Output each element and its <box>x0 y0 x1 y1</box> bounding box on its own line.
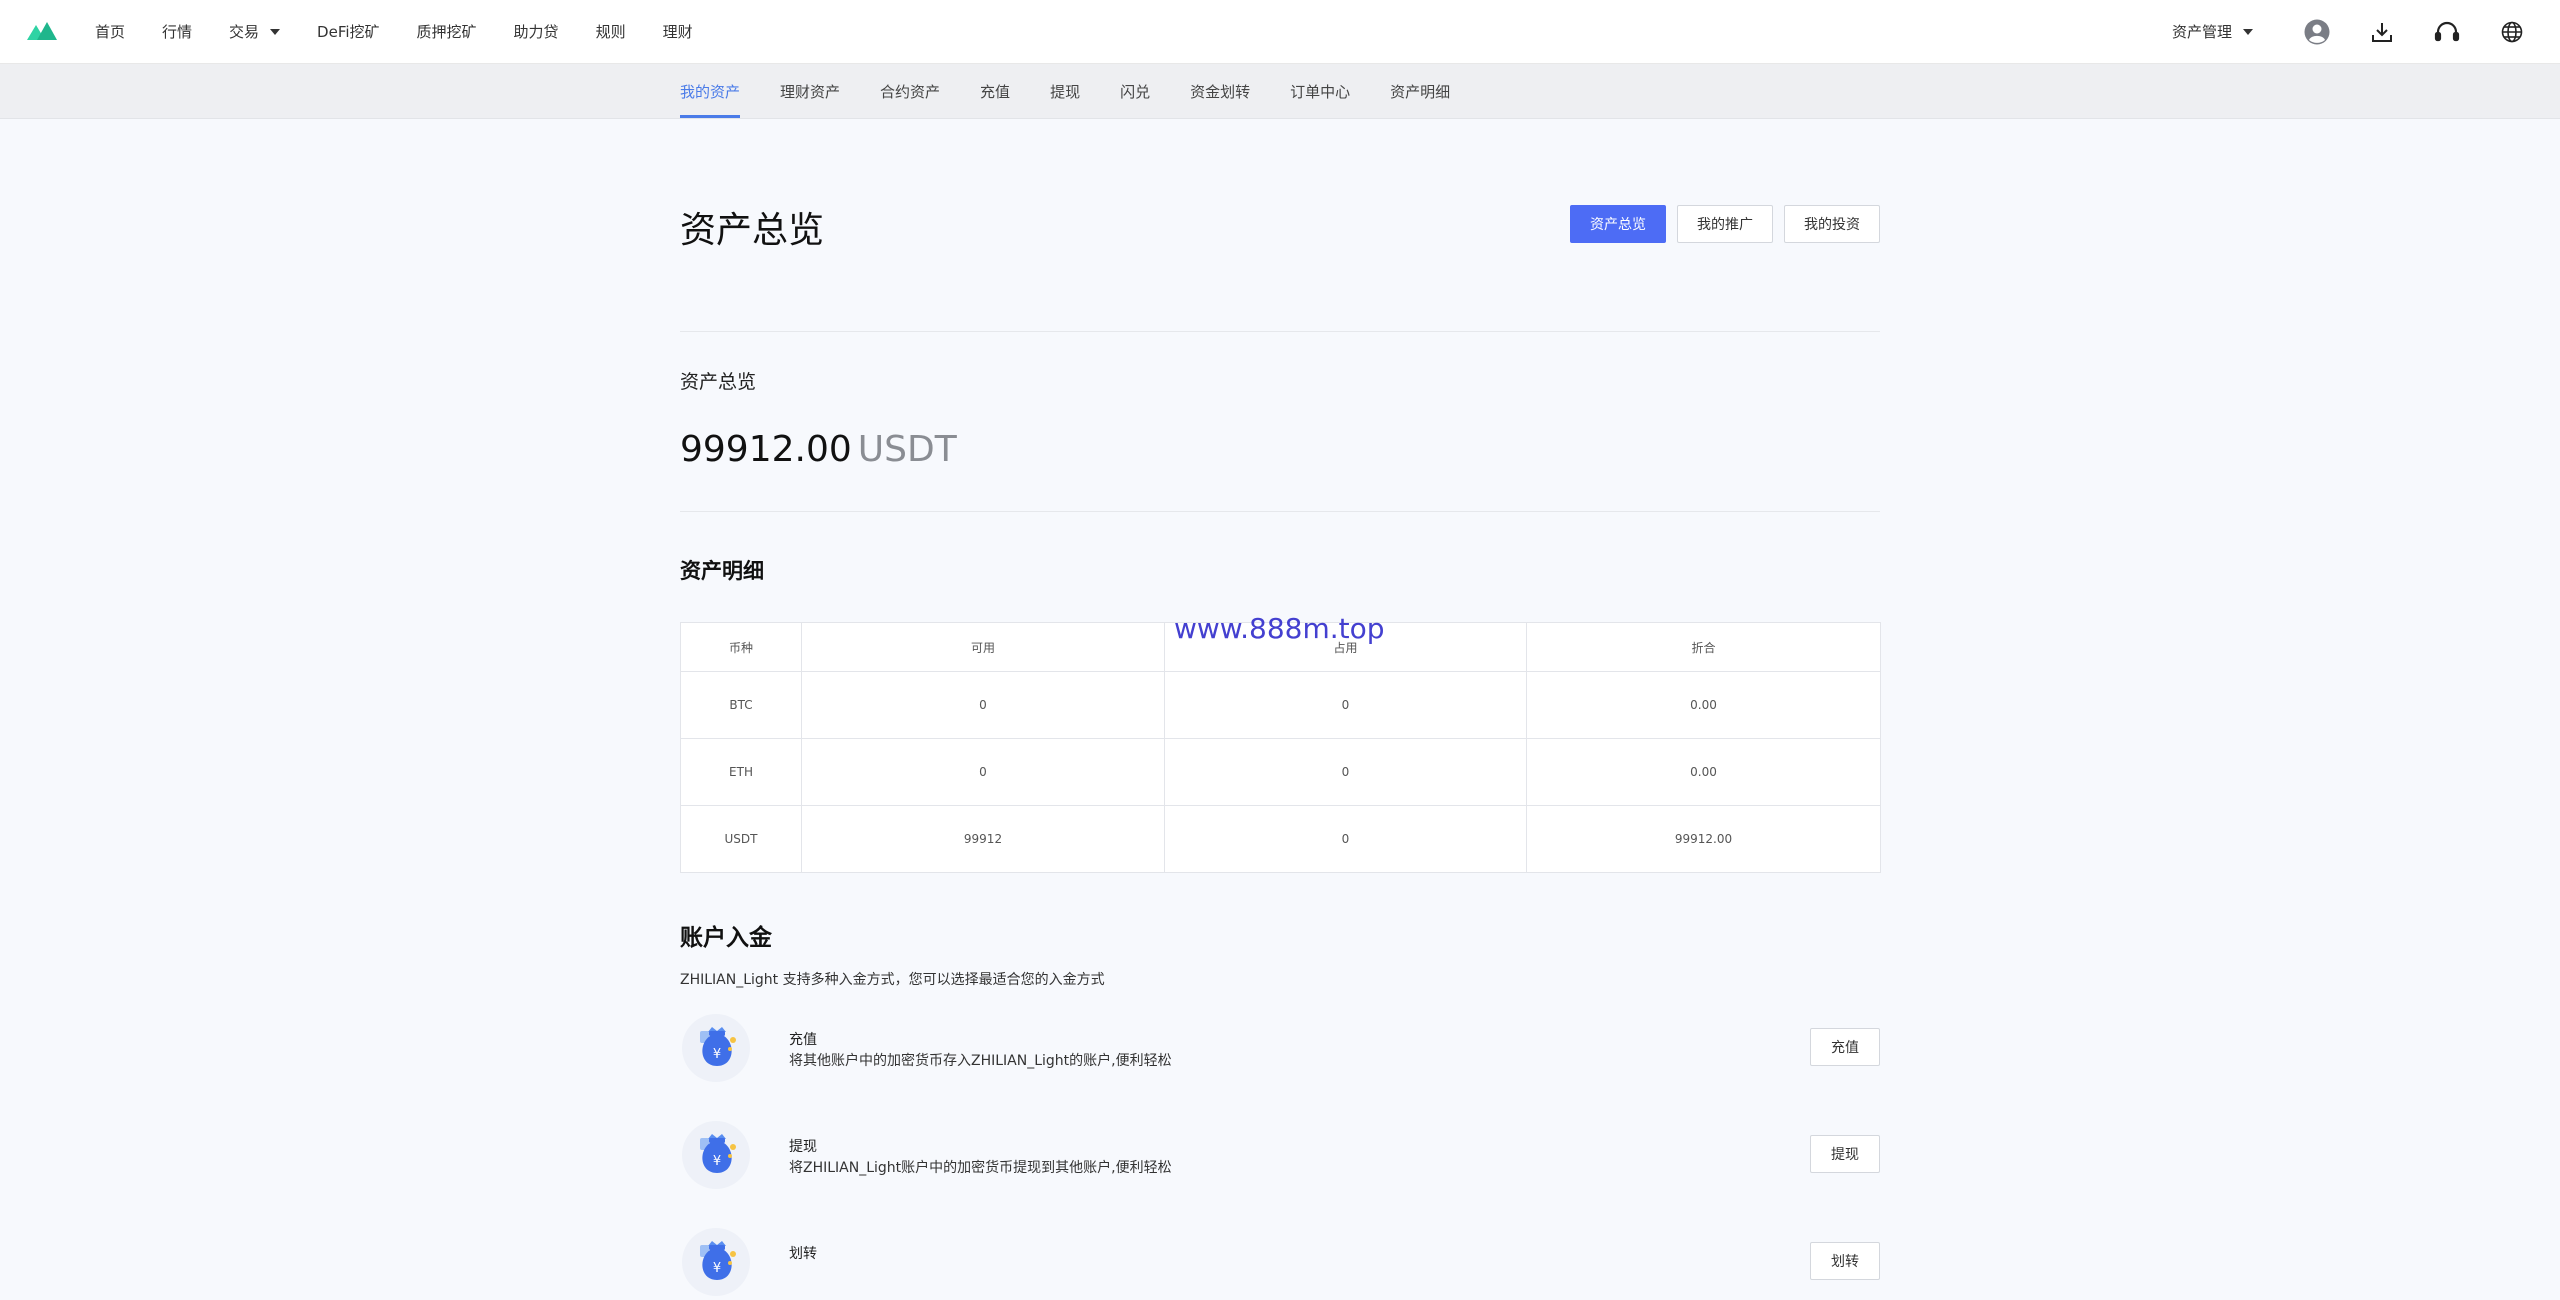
cell-currency: BTC <box>680 671 802 739</box>
nav-home[interactable]: 首页 <box>95 21 125 42</box>
caret-down-icon <box>2243 28 2253 35</box>
method-name: 提现 <box>789 1139 817 1155</box>
cell-available: 99912 <box>801 805 1165 873</box>
cell-available: 0 <box>801 671 1165 739</box>
user-avatar-icon[interactable] <box>2303 18 2331 46</box>
deposit-method-recharge: ¥ 充值 将其他账户中的加密货币存入ZHILIAN_Light的账户,便利轻松 … <box>680 1014 1880 1084</box>
my-investment-button[interactable]: 我的投资 <box>1784 205 1880 243</box>
nav-market[interactable]: 行情 <box>162 21 192 42</box>
column-header-currency: 币种 <box>680 622 802 672</box>
deposit-section-desc: ZHILIAN_Light 支持多种入金方式，您可以选择最适合您的入金方式 <box>680 972 1105 988</box>
deposit-method-transfer: ¥ 划转 划转 <box>680 1228 1880 1298</box>
cell-currency: USDT <box>680 805 802 873</box>
tab-order-center[interactable]: 订单中心 <box>1290 64 1350 118</box>
logo-icon[interactable] <box>27 22 57 40</box>
table-row: BTC 0 0 0.00 <box>680 671 1881 739</box>
nav-staking-mining[interactable]: 质押挖矿 <box>417 21 477 42</box>
tab-fund-transfer[interactable]: 资金划转 <box>1190 64 1250 118</box>
method-name: 划转 <box>789 1246 817 1262</box>
tab-flash-swap[interactable]: 闪兑 <box>1120 64 1150 118</box>
tab-withdraw[interactable]: 提现 <box>1050 64 1080 118</box>
my-promotion-button[interactable]: 我的推广 <box>1677 205 1773 243</box>
nav-defi-mining[interactable]: DeFi挖矿 <box>317 21 379 42</box>
tab-my-assets[interactable]: 我的资产 <box>680 64 741 118</box>
cell-equivalent: 0.00 <box>1526 738 1881 806</box>
column-header-available: 可用 <box>801 622 1165 672</box>
cell-occupied: 0 <box>1164 805 1527 873</box>
asset-management-menu[interactable]: 资产管理 <box>2172 21 2253 42</box>
asset-overview-button[interactable]: 资产总览 <box>1570 205 1666 243</box>
asset-detail-table: 币种 可用 占用 折合 BTC 0 0 0.00 ETH 0 0 0.00 US… <box>680 622 1881 873</box>
svg-text:¥: ¥ <box>713 1261 721 1276</box>
balance-unit: USDT <box>857 429 957 470</box>
view-switch-buttons: 资产总览 我的推广 我的投资 <box>1559 205 1880 243</box>
column-header-equivalent: 折合 <box>1526 622 1881 672</box>
tab-contract-assets[interactable]: 合约资产 <box>880 64 940 118</box>
transfer-button[interactable]: 划转 <box>1810 1242 1880 1280</box>
money-bag-icon: ¥ <box>682 1121 750 1189</box>
caret-down-icon <box>270 28 281 35</box>
cell-currency: ETH <box>680 738 802 806</box>
withdraw-button[interactable]: 提现 <box>1810 1135 1880 1173</box>
download-icon[interactable] <box>2368 18 2396 46</box>
nav-loan[interactable]: 助力贷 <box>514 21 559 42</box>
divider <box>680 331 1880 332</box>
table-row: ETH 0 0 0.00 <box>680 738 1881 806</box>
header-tools: 资产管理 <box>2172 0 2560 63</box>
method-name: 充值 <box>789 1032 817 1048</box>
top-navbar: 首页 行情 交易 DeFi挖矿 质押挖矿 助力贷 规则 理财 资产管理 <box>0 0 2560 64</box>
total-balance: 99912.00 USDT <box>680 429 957 470</box>
deposit-section-title: 账户入金 <box>680 925 772 951</box>
svg-text:¥: ¥ <box>713 1047 721 1062</box>
nav-finance[interactable]: 理财 <box>663 21 693 42</box>
money-bag-icon: ¥ <box>682 1228 750 1296</box>
cell-equivalent: 99912.00 <box>1526 805 1881 873</box>
tab-finance-assets[interactable]: 理财资产 <box>780 64 840 118</box>
svg-text:¥: ¥ <box>713 1154 721 1169</box>
balance-amount: 99912.00 <box>680 429 852 470</box>
method-text: 将其他账户中的加密货币存入ZHILIAN_Light的账户,便利轻松 <box>789 1053 1172 1069</box>
divider <box>680 511 1880 512</box>
method-text: 将ZHILIAN_Light账户中的加密货币提现到其他账户,便利轻松 <box>789 1160 1172 1176</box>
recharge-button[interactable]: 充值 <box>1810 1028 1880 1066</box>
tab-asset-details[interactable]: 资产明细 <box>1390 64 1450 118</box>
globe-icon[interactable] <box>2498 18 2526 46</box>
watermark-text: www.888m.top <box>1174 612 1385 645</box>
cell-occupied: 0 <box>1164 738 1527 806</box>
cell-available: 0 <box>801 738 1165 806</box>
main-nav: 首页 行情 交易 DeFi挖矿 质押挖矿 助力贷 规则 理财 <box>95 0 730 63</box>
asset-detail-title: 资产明细 <box>680 559 764 583</box>
headset-icon[interactable] <box>2433 18 2461 46</box>
money-bag-icon: ¥ <box>682 1014 750 1082</box>
table-row: USDT 99912 0 99912.00 <box>680 805 1881 873</box>
cell-equivalent: 0.00 <box>1526 671 1881 739</box>
cell-occupied: 0 <box>1164 671 1527 739</box>
overview-label: 资产总览 <box>680 371 757 393</box>
page-title: 资产总览 <box>680 210 825 251</box>
nav-trade[interactable]: 交易 <box>229 21 281 42</box>
deposit-method-withdraw: ¥ 提现 将ZHILIAN_Light账户中的加密货币提现到其他账户,便利轻松 … <box>680 1121 1880 1191</box>
asset-subnav-bar: 我的资产 理财资产 合约资产 充值 提现 闪兑 资金划转 订单中心 资产明细 <box>0 64 2560 119</box>
tab-deposit[interactable]: 充值 <box>980 64 1010 118</box>
asset-subnav: 我的资产 理财资产 合约资产 充值 提现 闪兑 资金划转 订单中心 资产明细 <box>680 64 1490 118</box>
nav-rules[interactable]: 规则 <box>596 21 626 42</box>
